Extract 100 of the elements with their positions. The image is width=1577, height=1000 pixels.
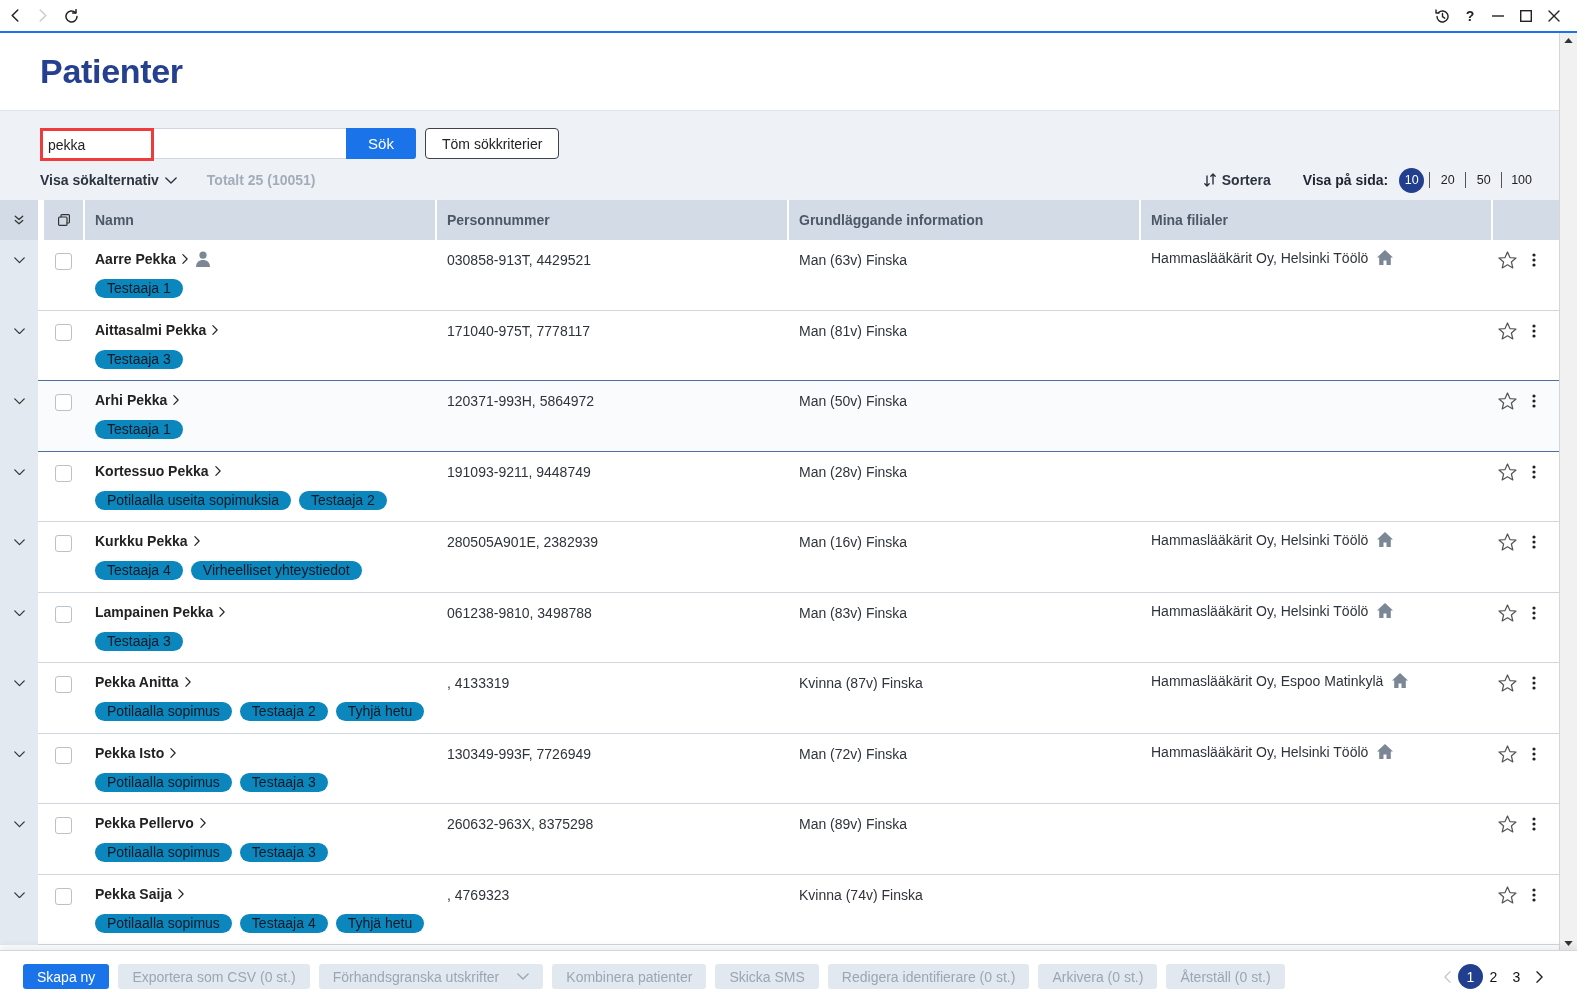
kebab-menu-icon[interactable] [1532, 323, 1536, 338]
page-button[interactable]: 1 [1458, 964, 1483, 989]
scrollbar[interactable] [1559, 33, 1577, 950]
tag: Testaaja 2 [239, 702, 328, 721]
table-cell-text: 171040-975T, 7778117 [447, 321, 591, 340]
row-checkbox[interactable] [55, 817, 72, 834]
page-size-option[interactable]: 10 [1399, 167, 1425, 193]
patient-link[interactable]: Aittasalmi Pekka [95, 321, 219, 338]
tag: Testaaja 4 [95, 561, 183, 580]
search-options-toggle[interactable]: Visa sökalternativ [40, 172, 177, 188]
row-checkbox[interactable] [55, 746, 72, 764]
table-cell: Hammaslääkärit Oy, Helsinki Töölö [1151, 249, 1369, 267]
kebab-menu-icon[interactable] [1532, 746, 1536, 761]
column-header: Grundläggande information [787, 200, 1139, 240]
chevron-down-icon [13, 821, 25, 828]
star-icon[interactable] [1498, 815, 1517, 833]
patient-link[interactable]: Pekka Anitta [95, 674, 191, 690]
tag: Testaaja 3 [239, 772, 328, 792]
sort-button[interactable]: Sortera [1202, 172, 1271, 188]
table-cell: Hammaslääkärit Oy, Helsinki Töölö [1151, 601, 1369, 620]
chevron-down-icon [164, 176, 177, 184]
row-checkbox[interactable] [55, 535, 72, 552]
tag: Testaaja 3 [95, 349, 183, 369]
table-cell-text: Man (81v) Finska [799, 321, 909, 340]
history-icon [1435, 8, 1449, 23]
tag: Potilaalla sopimus [95, 702, 232, 721]
star-icon[interactable] [1498, 603, 1517, 622]
star-icon[interactable] [1498, 885, 1517, 904]
page-button[interactable]: 2 [1481, 964, 1506, 989]
chevron-down-icon [13, 680, 25, 687]
home-icon [1377, 250, 1394, 265]
star-icon[interactable] [1498, 533, 1517, 551]
chevron-down-icon [13, 609, 25, 616]
patient-link[interactable]: Arhi Pekka [95, 392, 180, 408]
chevron-down-icon [13, 539, 25, 546]
tag: Testaaja 3 [239, 843, 328, 862]
chevron-down-icon [13, 750, 25, 757]
primary-button[interactable]: Skapa ny [23, 964, 110, 989]
help-button[interactable]: ? [1456, 1, 1484, 30]
row-checkbox[interactable] [55, 464, 72, 482]
double-chevron-down-icon [14, 215, 24, 225]
kebab-menu-icon[interactable] [1532, 887, 1536, 902]
row-checkbox[interactable] [55, 394, 72, 411]
page-size-option[interactable]: 100 [1507, 167, 1536, 193]
maximize-icon [1520, 9, 1532, 22]
row-checkbox[interactable] [55, 676, 72, 693]
table-cell-text: , 4769323 [447, 885, 511, 904]
search-field[interactable]: pekka [40, 128, 346, 159]
page-title: Patienter [40, 52, 183, 91]
page-button[interactable]: 3 [1504, 964, 1529, 989]
table-cell-text: Man (83v) Finska [799, 603, 909, 622]
kebab-menu-icon[interactable] [1532, 817, 1536, 831]
result-count: Totalt 25 (10051) [206, 172, 316, 188]
table-cell-text: 191093-9211, 9448749 [447, 462, 592, 481]
page-size-label: Visa på sida: [1302, 172, 1389, 188]
chevron-right-icon [193, 536, 200, 546]
triangle-up-icon [1564, 38, 1573, 43]
tag: Tyhjä hetu [335, 702, 425, 721]
star-icon[interactable] [1498, 744, 1517, 763]
table-cell-text: 130349-993F, 7726949 [447, 744, 593, 763]
star-icon[interactable] [1498, 674, 1517, 692]
clear-button[interactable]: Töm sökkriterier [425, 128, 560, 159]
table-cell-text: 030858-913T, 4429521 [447, 251, 593, 269]
kebab-menu-icon[interactable] [1532, 253, 1536, 267]
patient-link[interactable]: Aarre Pekka [95, 251, 188, 267]
header-button[interactable] [44, 200, 83, 240]
patient-link[interactable]: Pekka Isto [95, 744, 177, 761]
row-checkbox[interactable] [55, 887, 72, 905]
star-icon[interactable] [1498, 462, 1517, 481]
column-header: Namn [83, 200, 435, 240]
kebab-menu-icon[interactable] [1532, 464, 1536, 479]
table-cell: Hammaslääkärit Oy, Helsinki Töölö [1151, 531, 1369, 549]
table-cell-text: 280505A901E, 2382939 [447, 533, 600, 551]
patient-link[interactable]: Kortessuo Pekka [95, 462, 221, 479]
home-icon [1392, 673, 1409, 688]
kebab-menu-icon[interactable] [1532, 535, 1536, 549]
search-button[interactable]: Sök [346, 128, 416, 159]
kebab-menu-icon[interactable] [1532, 676, 1536, 690]
chevron-down-icon [13, 891, 25, 898]
patient-link[interactable]: Pekka Saija [95, 885, 185, 902]
star-icon[interactable] [1498, 321, 1517, 340]
row-checkbox[interactable] [55, 323, 72, 341]
kebab-menu-icon[interactable] [1532, 394, 1536, 408]
page-size-option[interactable]: 50 [1471, 167, 1497, 193]
page-size-option[interactable]: 20 [1435, 167, 1461, 193]
row-checkbox[interactable] [55, 253, 72, 270]
chevron-right-icon [184, 677, 191, 687]
close-icon [1548, 9, 1560, 22]
home-icon [1377, 743, 1394, 759]
patient-link[interactable]: Kurkku Pekka [95, 533, 200, 549]
star-icon[interactable] [1498, 392, 1517, 410]
table-cell: Hammaslääkärit Oy, Espoo Matinkylä [1151, 672, 1384, 690]
patient-link[interactable]: Lampainen Pekka [95, 603, 226, 620]
minimize-icon [1492, 14, 1504, 17]
table-cell-text: Man (50v) Finska [799, 392, 909, 410]
kebab-menu-icon[interactable] [1532, 605, 1536, 620]
row-checkbox[interactable] [55, 605, 72, 623]
chevron-down-icon [13, 468, 25, 475]
star-icon[interactable] [1498, 251, 1517, 269]
patient-link[interactable]: Pekka Pellervo [95, 815, 206, 831]
